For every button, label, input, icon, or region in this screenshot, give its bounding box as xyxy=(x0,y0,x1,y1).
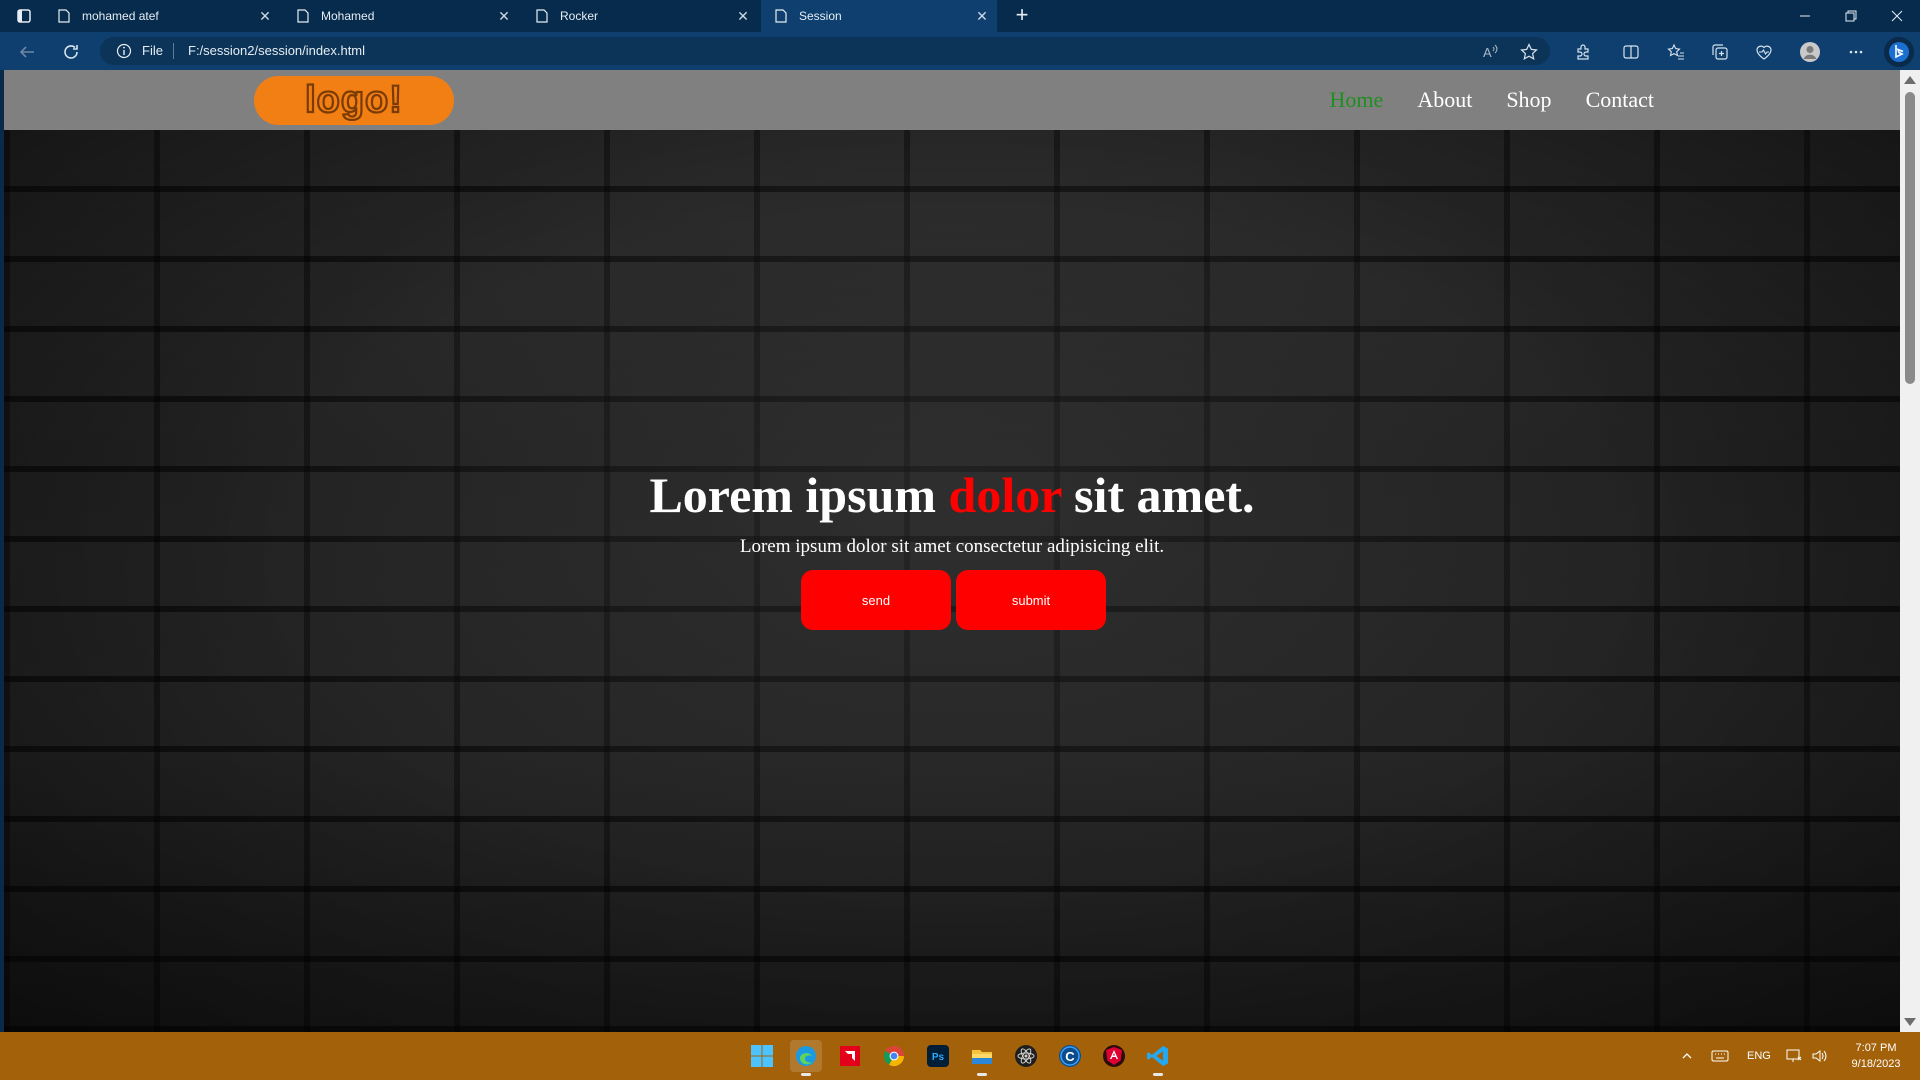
amd-icon[interactable] xyxy=(834,1040,866,1072)
send-button[interactable]: send xyxy=(801,570,951,630)
windows-taskbar: Ps C ENG 7:07 PM 9/18/2023 xyxy=(0,1032,1920,1080)
svg-text:C: C xyxy=(1065,1049,1075,1064)
info-icon[interactable] xyxy=(116,43,132,59)
tab-title: Mohamed xyxy=(321,9,375,23)
tab-title: Rocker xyxy=(560,9,599,23)
nav-link-home[interactable]: Home xyxy=(1330,87,1384,113)
vscode-icon[interactable] xyxy=(1142,1040,1174,1076)
more-options-icon[interactable] xyxy=(1843,39,1869,65)
performance-icon[interactable] xyxy=(1751,39,1777,65)
read-aloud-icon[interactable]: A xyxy=(1477,39,1503,65)
file-explorer-icon[interactable] xyxy=(966,1040,998,1076)
react-icon[interactable] xyxy=(1010,1040,1042,1072)
collections-icon[interactable] xyxy=(1707,39,1733,65)
photoshop-icon[interactable]: Ps xyxy=(922,1040,954,1072)
browser-tab[interactable]: Mohamed ✕ xyxy=(283,0,519,32)
nav-link-contact[interactable]: Contact xyxy=(1586,87,1654,113)
page-viewport: logo! Home About Shop Contact Lorem ipsu… xyxy=(4,70,1900,1032)
site-nav: Home About Shop Contact xyxy=(1330,70,1654,130)
hero-title: Lorem ipsum dolor sit amet. xyxy=(4,465,1900,525)
profile-avatar-icon[interactable] xyxy=(1797,39,1823,65)
back-arrow-icon[interactable] xyxy=(14,39,40,65)
address-bar[interactable]: File F:/session2/session/index.html xyxy=(100,37,1550,65)
ccleaner-icon[interactable]: C xyxy=(1054,1040,1086,1072)
angular-icon[interactable] xyxy=(1098,1040,1130,1072)
logo-image: logo! xyxy=(304,81,403,121)
close-window-icon[interactable] xyxy=(1874,0,1920,32)
keyboard-icon[interactable] xyxy=(1711,1032,1729,1080)
browser-tab-active[interactable]: Session ✕ xyxy=(761,0,997,32)
site-logo[interactable]: logo! xyxy=(254,76,454,125)
nav-link-about[interactable]: About xyxy=(1417,87,1472,113)
tray-chevron-up-icon[interactable] xyxy=(1680,1032,1694,1080)
hero-title-highlight: dolor xyxy=(948,467,1062,523)
submit-button[interactable]: submit xyxy=(956,570,1106,630)
scroll-up-arrow-icon[interactable] xyxy=(1904,76,1916,84)
page-scrollbar[interactable] xyxy=(1900,70,1920,1032)
refresh-icon[interactable] xyxy=(58,39,84,65)
close-icon[interactable]: ✕ xyxy=(250,8,280,25)
network-icon[interactable] xyxy=(1786,1032,1804,1080)
tab-title: mohamed atef xyxy=(82,9,159,23)
page-icon xyxy=(536,9,548,23)
new-tab-plus-icon[interactable]: + xyxy=(1010,4,1034,28)
restore-icon[interactable] xyxy=(1828,0,1874,32)
tab-actions-icon[interactable] xyxy=(12,7,36,25)
bing-copilot-icon[interactable] xyxy=(1884,37,1914,67)
favorites-icon[interactable] xyxy=(1663,39,1689,65)
site-header: logo! Home About Shop Contact xyxy=(4,70,1900,130)
divider xyxy=(173,43,174,59)
system-clock[interactable]: 7:07 PM 9/18/2023 xyxy=(1836,1040,1916,1072)
scrollbar-thumb[interactable] xyxy=(1905,92,1915,384)
page-icon xyxy=(775,9,787,23)
language-indicator[interactable]: ENG xyxy=(1747,1032,1771,1080)
browser-tab[interactable]: mohamed atef ✕ xyxy=(44,0,280,32)
hero-title-end: sit amet. xyxy=(1061,467,1255,523)
split-screen-icon[interactable] xyxy=(1618,39,1644,65)
page-icon xyxy=(297,9,309,23)
page-icon xyxy=(58,9,70,23)
extensions-icon[interactable] xyxy=(1570,39,1596,65)
hero-title-start: Lorem ipsum xyxy=(649,467,949,523)
svg-text:Ps: Ps xyxy=(932,1052,945,1063)
scroll-down-arrow-icon[interactable] xyxy=(1904,1018,1916,1026)
close-icon[interactable]: ✕ xyxy=(967,8,997,25)
browser-toolbar: File F:/session2/session/index.html A xyxy=(0,32,1920,70)
chrome-icon[interactable] xyxy=(878,1040,910,1072)
favorite-star-icon[interactable] xyxy=(1516,39,1542,65)
browser-tab[interactable]: Rocker ✕ xyxy=(522,0,758,32)
clock-date: 9/18/2023 xyxy=(1851,1058,1901,1070)
scheme-label: File xyxy=(142,43,163,58)
volume-icon[interactable] xyxy=(1811,1032,1829,1080)
svg-text:logo!: logo! xyxy=(305,81,403,121)
browser-title-bar: mohamed atef ✕ Mohamed ✕ Rocker ✕ Sessio… xyxy=(0,0,1920,32)
minimize-icon[interactable] xyxy=(1782,0,1828,32)
close-icon[interactable]: ✕ xyxy=(489,8,519,25)
hero-subtitle: Lorem ipsum dolor sit amet consectetur a… xyxy=(739,536,1165,557)
svg-text:A: A xyxy=(1483,45,1492,60)
edge-icon[interactable] xyxy=(790,1040,822,1076)
url-text[interactable]: F:/session2/session/index.html xyxy=(188,43,365,58)
clock-time: 7:07 PM xyxy=(1855,1042,1897,1054)
nav-link-shop[interactable]: Shop xyxy=(1506,87,1551,113)
close-icon[interactable]: ✕ xyxy=(728,8,758,25)
hero-buttons: send submit xyxy=(801,570,1106,630)
tab-title: Session xyxy=(799,9,842,23)
windows-start-icon[interactable] xyxy=(746,1040,778,1072)
